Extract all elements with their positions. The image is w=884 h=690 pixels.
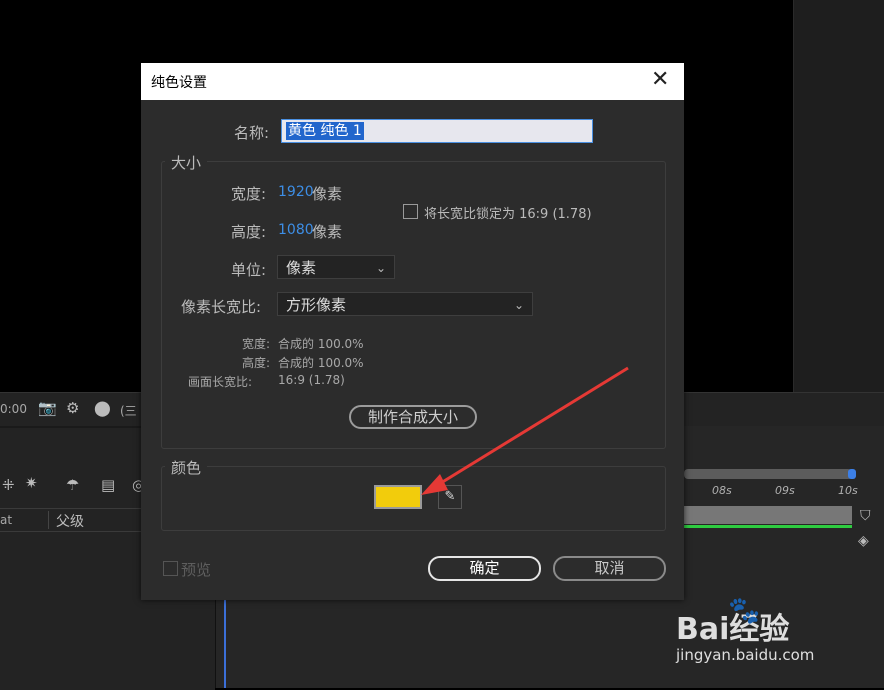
paw-icon: 🐾 xyxy=(728,596,761,626)
annotation-arrow xyxy=(421,366,629,495)
watermark-url: jingyan.baidu.com xyxy=(676,646,815,664)
